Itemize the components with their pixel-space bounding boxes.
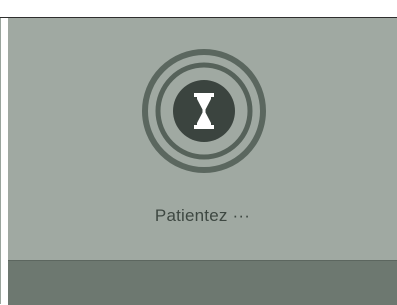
loading-message: Patientez ··· [154,206,251,225]
loading-spinner [140,47,268,175]
bottom-bar [8,260,397,305]
top-window-edge [0,0,397,18]
spinner-graphic [142,49,266,173]
